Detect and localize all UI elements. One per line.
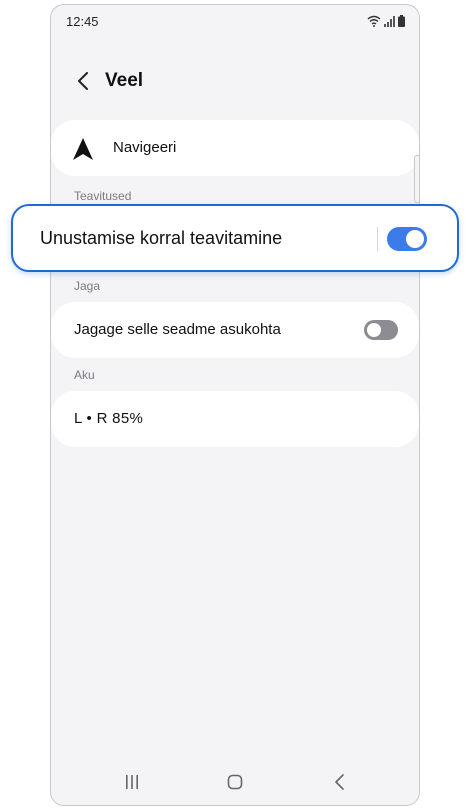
recent-apps-icon	[124, 774, 140, 795]
home-button[interactable]	[224, 773, 246, 795]
battery-section-title: Aku	[74, 368, 95, 382]
back-icon	[334, 773, 346, 795]
row-divider	[377, 227, 378, 251]
toggle-knob	[406, 230, 424, 248]
phone-screen: 12:45 Veel Navigeeri Teavitused Jaga Jag…	[50, 4, 420, 806]
status-icons	[367, 14, 405, 32]
battery-level: L • R 85%	[74, 410, 144, 427]
battery-icon	[398, 14, 405, 32]
signal-icon	[384, 14, 395, 32]
wifi-icon	[367, 14, 381, 32]
share-location-toggle[interactable]	[364, 320, 398, 340]
notifications-section-title: Teavitused	[74, 189, 132, 203]
share-location-label: Jagage selle seadme asukohta	[74, 321, 281, 338]
forget-alert-row[interactable]: Unustamise korral teavitamine	[11, 204, 459, 272]
status-time: 12:45	[66, 14, 99, 29]
forget-alert-toggle[interactable]	[387, 227, 427, 251]
home-icon	[227, 774, 243, 795]
nav-back-button[interactable]	[329, 773, 351, 795]
system-navigation-bar	[51, 761, 419, 805]
status-bar: 12:45	[51, 5, 419, 39]
page-title: Veel	[105, 70, 144, 91]
navigate-label: Navigeeri	[113, 139, 177, 156]
share-section-title: Jaga	[74, 279, 101, 293]
share-location-row[interactable]: Jagage selle seadme asukohta	[51, 302, 419, 358]
recent-apps-button[interactable]	[121, 773, 143, 795]
navigate-row[interactable]: Navigeeri	[51, 120, 419, 176]
page-header: Veel	[51, 61, 419, 105]
battery-row: L • R 85%	[51, 391, 419, 447]
forget-alert-label: Unustamise korral teavitamine	[40, 228, 283, 248]
scroll-indicator[interactable]	[414, 155, 419, 203]
back-button[interactable]	[69, 69, 97, 97]
toggle-knob	[367, 323, 381, 337]
navigation-arrow-icon	[73, 138, 93, 165]
chevron-left-icon	[77, 71, 89, 95]
